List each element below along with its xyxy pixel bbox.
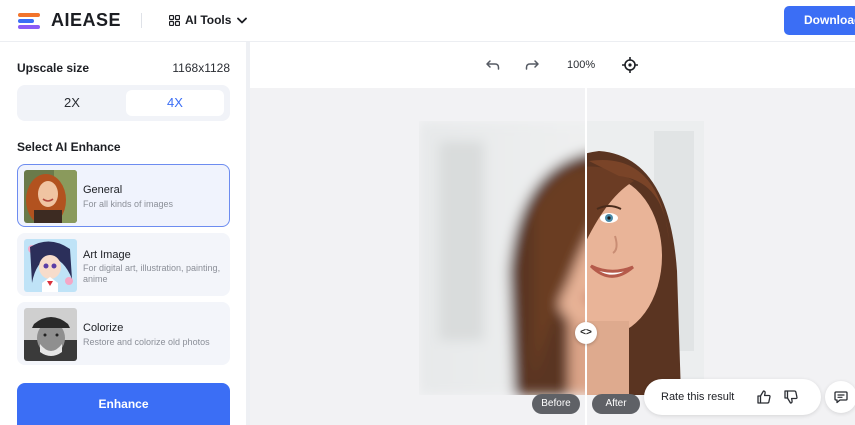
mode-desc-general: For all kinds of images	[83, 199, 174, 209]
download-button[interactable]: Download	[784, 6, 855, 35]
fit-target-icon[interactable]	[622, 57, 638, 73]
editor-toolbar	[250, 42, 855, 88]
scale-option-4x[interactable]: 4X	[126, 90, 224, 116]
logo-icon	[18, 12, 42, 30]
mode-desc-art-image: For digital art, illustration, painting,…	[83, 263, 221, 284]
mode-title-art-image: Art Image	[83, 249, 131, 261]
colorize-thumbnail	[24, 308, 77, 361]
mode-card-art-image[interactable]: Art Image For digital art, illustration,…	[17, 233, 230, 296]
ai-tools-label: AI Tools	[185, 13, 232, 27]
top-bar: AIEASE AI Tools Download	[0, 0, 855, 42]
scale-option-2x[interactable]: 2X	[22, 90, 122, 116]
before-label: Before	[532, 394, 580, 414]
general-thumbnail	[24, 170, 77, 223]
header-divider	[141, 13, 142, 28]
logo-text: AIEASE	[51, 10, 122, 30]
enhance-button[interactable]: Enhance	[17, 383, 230, 425]
mode-title-colorize: Colorize	[83, 322, 124, 334]
upscale-size-label: Upscale size	[17, 61, 90, 75]
upscale-size-value: 1168x1128	[172, 61, 230, 75]
mode-title-general: General	[83, 184, 123, 196]
compare-slider-handle[interactable]: <>	[575, 322, 597, 344]
thumbs-down-icon[interactable]	[783, 389, 799, 405]
grid-icon	[169, 14, 180, 26]
chevron-down-icon	[237, 17, 248, 23]
comparison-image	[419, 121, 704, 395]
compare-divider[interactable]	[585, 88, 587, 425]
after-image	[586, 121, 704, 395]
zoom-level[interactable]: 100%	[567, 59, 595, 71]
undo-icon[interactable]	[485, 57, 501, 73]
rate-result-text: Rate this result	[661, 391, 735, 403]
redo-icon[interactable]	[524, 57, 540, 73]
before-image	[419, 121, 586, 395]
after-label: After	[592, 394, 640, 414]
art-image-thumbnail	[24, 239, 77, 292]
feedback-button[interactable]	[825, 381, 855, 413]
mode-card-general[interactable]: General For all kinds of images	[17, 164, 230, 227]
ai-tools-menu[interactable]: AI Tools	[169, 13, 252, 27]
select-enhance-label: Select AI Enhance	[17, 140, 121, 154]
mode-desc-colorize: Restore and colorize old photos	[83, 337, 210, 347]
rating-pill: Rate this result	[644, 379, 821, 415]
scale-selector: 2X 4X	[17, 85, 230, 121]
feedback-icon	[834, 391, 848, 404]
brand-logo[interactable]: AIEASE	[18, 10, 121, 31]
thumbs-up-icon[interactable]	[756, 389, 772, 405]
mode-card-colorize[interactable]: Colorize Restore and colorize old photos	[17, 302, 230, 365]
